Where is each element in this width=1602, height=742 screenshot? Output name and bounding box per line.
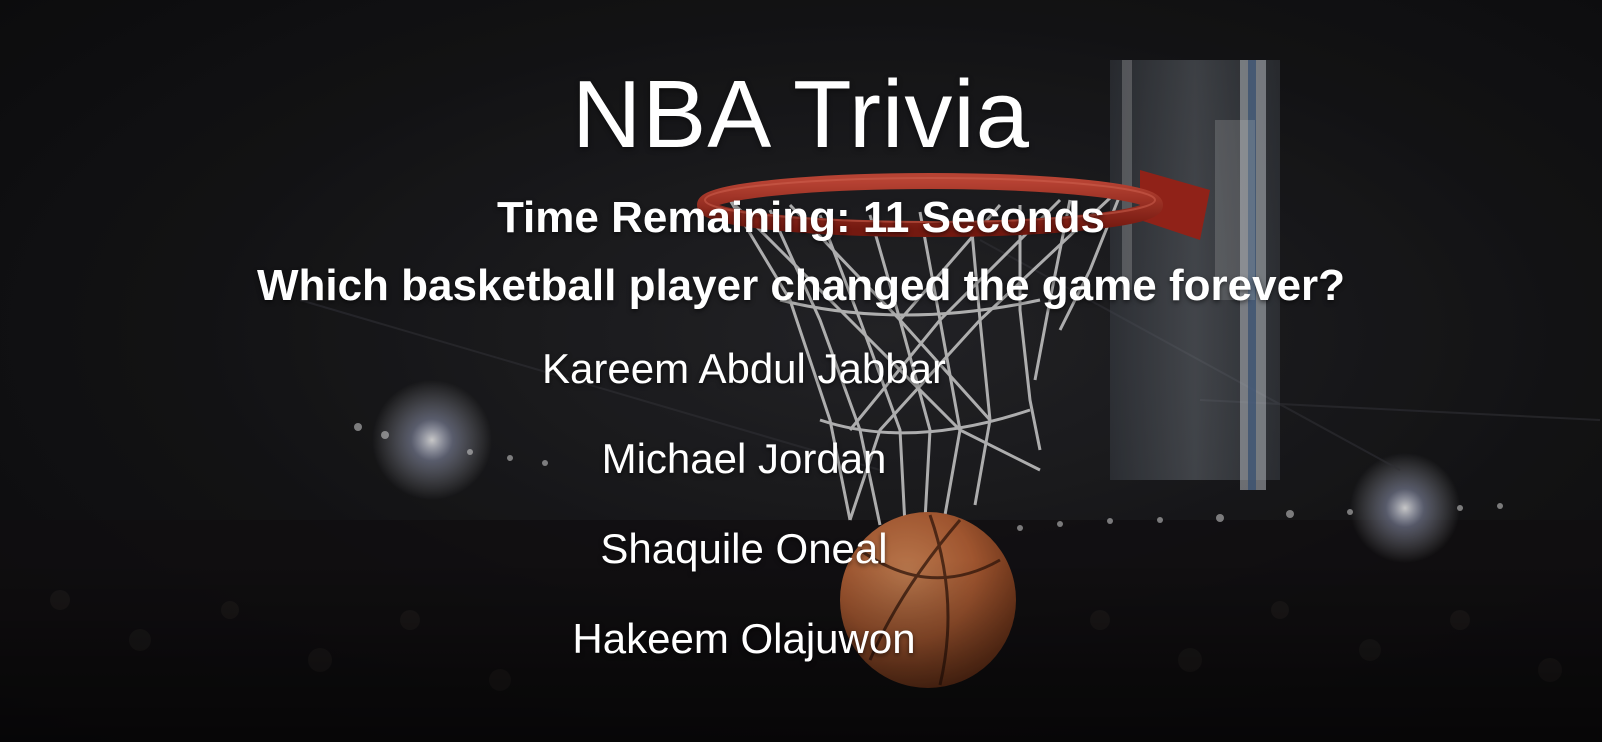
answer-option[interactable]: Shaquile Oneal [0,526,1488,616]
time-remaining-text: Time Remaining: 11 Seconds [496,193,1106,242]
answer-list: Kareem Abdul Jabbar Michael Jordan Shaqu… [0,346,1488,706]
answer-option[interactable]: Kareem Abdul Jabbar [0,346,1488,436]
answer-option[interactable]: Michael Jordan [0,436,1488,526]
page-title: NBA Trivia [571,61,1031,168]
question-text: Which basketball player changed the game… [256,261,1346,310]
trivia-content: NBA Trivia Time Remaining: 11 Seconds Wh… [0,0,1602,742]
trivia-screen: NBA Trivia Time Remaining: 11 Seconds Wh… [0,0,1602,742]
answer-option[interactable]: Hakeem Olajuwon [0,616,1488,706]
